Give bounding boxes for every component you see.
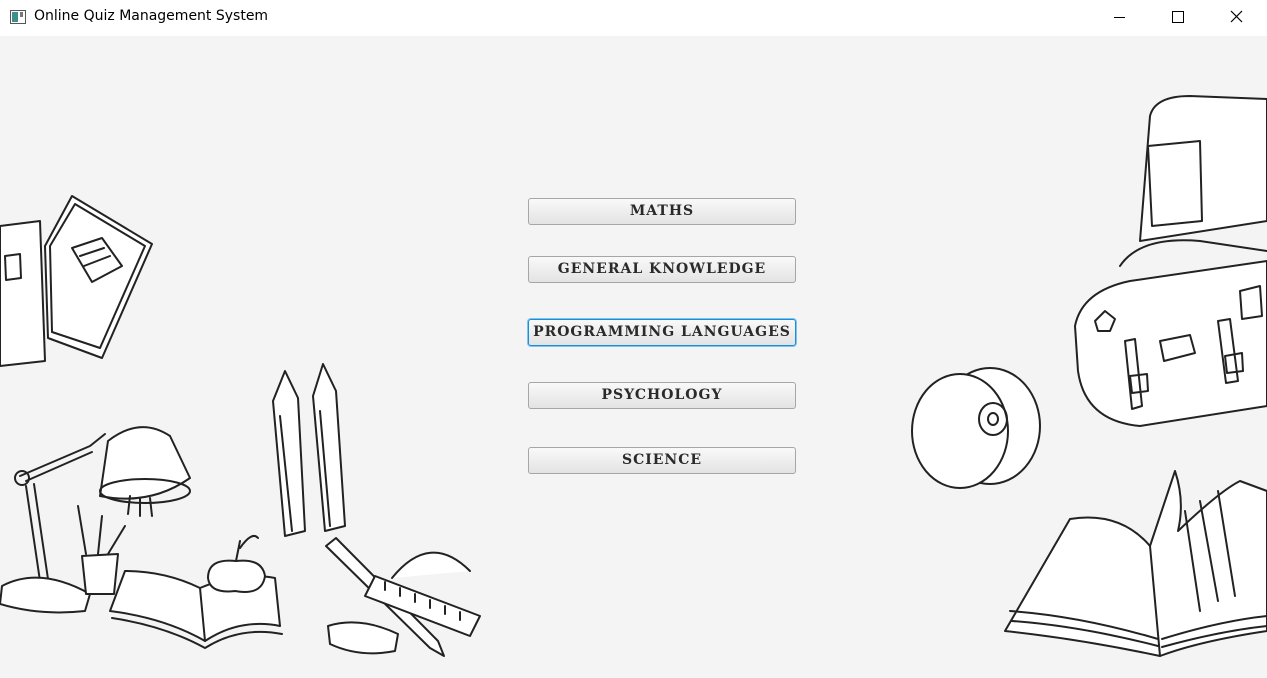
quiz-menu-panel: MATHS GENERAL KNOWLEDGE PROGRAMMING LANG…	[0, 36, 1267, 678]
science-button[interactable]: SCIENCE	[528, 447, 796, 474]
backpack-icon	[1074, 95, 1267, 427]
window-title: Online Quiz Management System	[34, 8, 269, 24]
protractor-icon	[364, 551, 481, 637]
maximize-icon	[1172, 11, 1184, 23]
close-icon	[1230, 10, 1243, 23]
programming-languages-button[interactable]: PROGRAMMING LANGUAGES	[528, 319, 796, 346]
pencil-cup-icon	[77, 505, 126, 595]
notebook-icon	[0, 195, 153, 367]
apple-icon	[207, 535, 266, 593]
pencils-icon	[272, 363, 346, 537]
minimize-button[interactable]	[1092, 0, 1150, 34]
psychology-button[interactable]: PSYCHOLOGY	[528, 382, 796, 409]
close-button[interactable]	[1208, 0, 1266, 34]
minimize-icon	[1114, 17, 1125, 18]
eraser-icon	[327, 621, 399, 655]
maths-button[interactable]: MATHS	[528, 198, 796, 225]
school-supplies-illustration-right	[911, 95, 1267, 657]
cd-icon	[911, 367, 1041, 489]
maximize-button[interactable]	[1150, 0, 1208, 34]
school-supplies-illustration-left	[0, 195, 481, 657]
open-book-icon	[1004, 470, 1267, 657]
general-knowledge-button[interactable]: GENERAL KNOWLEDGE	[528, 256, 796, 283]
title-bar[interactable]: Online Quiz Management System	[0, 0, 1267, 36]
app-window-icon	[10, 10, 26, 24]
app-window: Online Quiz Management System MATHS GENE…	[0, 0, 1267, 678]
